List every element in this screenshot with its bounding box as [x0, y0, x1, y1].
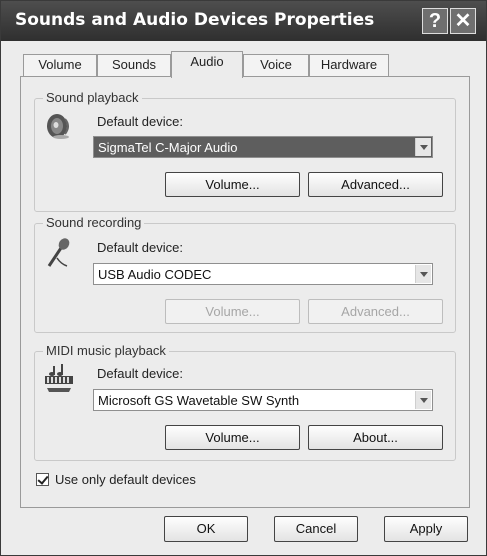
- playback-volume-button[interactable]: Volume...: [165, 172, 300, 197]
- ok-button-label: OK: [196, 521, 216, 536]
- apply-button-label: Apply: [409, 521, 443, 536]
- midi-playback-group-label: MIDI music playback: [43, 343, 169, 358]
- chevron-down-icon[interactable]: [415, 265, 431, 283]
- chevron-down-icon[interactable]: [415, 138, 431, 156]
- playback-default-device-label: Default device:: [97, 114, 183, 129]
- ok-button[interactable]: OK: [164, 516, 248, 542]
- playback-device-select[interactable]: SigmaTel C-Major Audio: [93, 136, 433, 158]
- audio-tab-panel: Sound playback Default device: SigmaTel …: [20, 76, 470, 508]
- playback-volume-button-label: Volume...: [205, 177, 260, 192]
- recording-advanced-button-label: Advanced...: [341, 304, 410, 319]
- midi-device-value: Microsoft GS Wavetable SW Synth: [98, 393, 300, 408]
- recording-volume-button-label: Volume...: [205, 304, 260, 319]
- tab-audio-label: Audio: [190, 54, 224, 69]
- tab-audio[interactable]: Audio: [171, 51, 243, 78]
- chevron-down-icon[interactable]: [415, 391, 431, 409]
- playback-device-value: SigmaTel C-Major Audio: [98, 140, 238, 155]
- apply-button[interactable]: Apply: [384, 516, 468, 542]
- tab-sounds[interactable]: Sounds: [97, 54, 171, 76]
- sound-recording-group: Sound recording Default device: USB Audi…: [34, 215, 456, 333]
- playback-advanced-button-label: Advanced...: [341, 177, 410, 192]
- close-icon: ✕: [454, 10, 472, 32]
- recording-device-select[interactable]: USB Audio CODEC: [93, 263, 433, 285]
- midi-volume-button[interactable]: Volume...: [165, 425, 300, 450]
- sound-playback-group: Sound playback Default device: SigmaTel …: [34, 90, 456, 212]
- tab-voice[interactable]: Voice: [243, 54, 309, 76]
- use-default-devices-label[interactable]: Use only default devices: [55, 472, 196, 487]
- tab-volume[interactable]: Volume: [23, 54, 97, 76]
- midi-keyboard-icon: [43, 362, 75, 394]
- recording-device-value: USB Audio CODEC: [98, 267, 212, 282]
- cancel-button[interactable]: Cancel: [274, 516, 358, 542]
- title-bar[interactable]: Sounds and Audio Devices Properties ? ✕: [1, 1, 486, 41]
- tab-hardware[interactable]: Hardware: [309, 54, 389, 76]
- midi-about-button-label: About...: [353, 430, 398, 445]
- tab-sounds-label: Sounds: [111, 57, 157, 72]
- midi-device-select[interactable]: Microsoft GS Wavetable SW Synth: [93, 389, 433, 411]
- window-title: Sounds and Audio Devices Properties: [15, 10, 375, 30]
- midi-playback-group: MIDI music playback Default device: Micr…: [34, 343, 456, 461]
- sound-playback-group-label: Sound playback: [43, 90, 142, 105]
- midi-about-button[interactable]: About...: [308, 425, 443, 450]
- tab-volume-label: Volume: [38, 57, 82, 72]
- sound-recording-group-label: Sound recording: [43, 215, 145, 230]
- speaker-icon: [43, 109, 75, 141]
- cancel-button-label: Cancel: [295, 521, 337, 536]
- midi-default-device-label: Default device:: [97, 366, 183, 381]
- help-button[interactable]: ?: [422, 8, 448, 34]
- microphone-icon: [43, 236, 75, 268]
- tab-voice-label: Voice: [260, 57, 292, 72]
- recording-volume-button[interactable]: Volume...: [165, 299, 300, 324]
- close-button[interactable]: ✕: [450, 8, 476, 34]
- playback-advanced-button[interactable]: Advanced...: [308, 172, 443, 197]
- midi-volume-button-label: Volume...: [205, 430, 260, 445]
- recording-default-device-label: Default device:: [97, 240, 183, 255]
- use-default-devices-checkbox[interactable]: [36, 473, 49, 486]
- help-icon: ?: [428, 10, 442, 32]
- sounds-audio-properties-dialog: Sounds and Audio Devices Properties ? ✕ …: [0, 0, 487, 556]
- tab-hardware-label: Hardware: [320, 57, 378, 72]
- recording-advanced-button[interactable]: Advanced...: [308, 299, 443, 324]
